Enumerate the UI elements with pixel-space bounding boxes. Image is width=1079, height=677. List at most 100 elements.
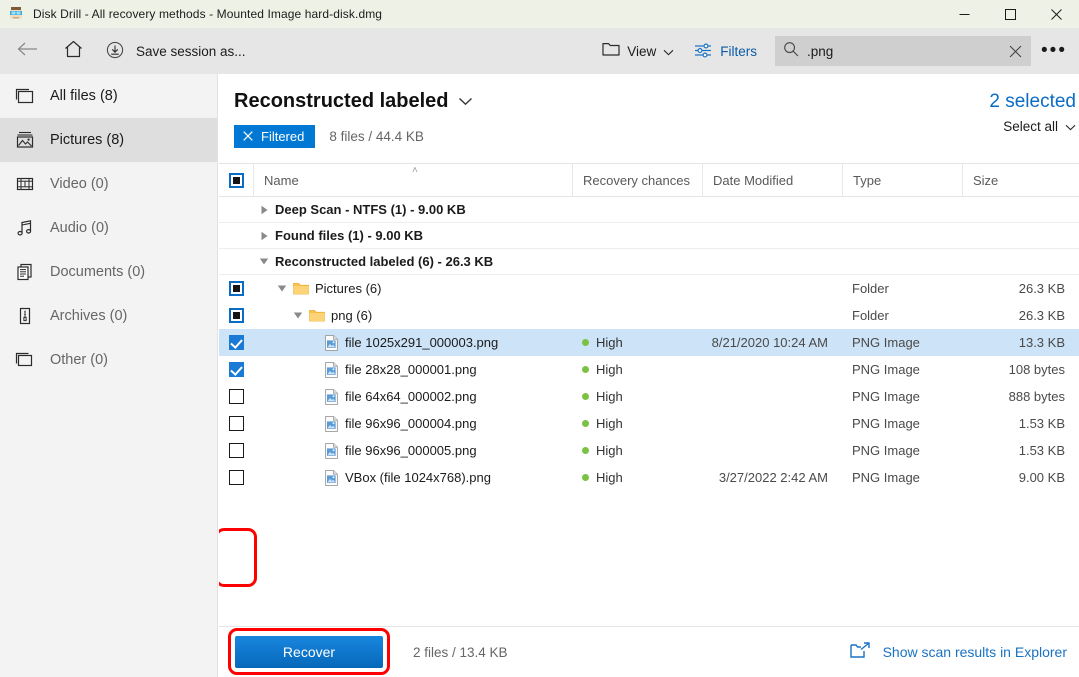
file-tree[interactable]: Deep Scan - NTFS (1) - 9.00 KB Found file… [219, 197, 1079, 628]
sidebar-item-documents[interactable]: Documents (0) [0, 250, 217, 294]
chevron-down-icon [663, 44, 674, 59]
sidebar-item-all-files[interactable]: All files (8) [0, 74, 217, 118]
sidebar-label-other: Other (0) [50, 352, 109, 368]
row-checkbox-cell[interactable] [219, 437, 253, 464]
sidebar-item-audio[interactable]: Audio (0) [0, 206, 217, 250]
column-header-type[interactable]: Type [842, 163, 962, 197]
back-button[interactable] [4, 31, 50, 71]
search-input[interactable]: .png [807, 44, 1005, 59]
table-row[interactable]: Found files (1) - 9.00 KB [219, 223, 1079, 249]
row-checkbox-checked[interactable] [228, 362, 244, 377]
search-box[interactable]: .png [775, 36, 1031, 66]
disk-drill-window: Disk Drill - All recovery methods - Moun… [0, 0, 1079, 677]
select-all-label: Select all [1003, 119, 1058, 134]
selected-count: 2 selected [989, 91, 1076, 112]
table-row[interactable]: Pictures (6) Folder 26.3 KB [219, 275, 1079, 302]
row-size-cell: 26.3 KB [1018, 308, 1065, 323]
sidebar-item-other[interactable]: Other (0) [0, 338, 217, 382]
row-checkbox-cell[interactable] [219, 356, 253, 383]
sidebar-item-archives[interactable]: Archives (0) [0, 294, 217, 338]
column-header-date-modified[interactable]: Date Modified [702, 163, 842, 197]
tree-twisty-expanded[interactable] [287, 311, 309, 320]
row-checkbox-unchecked[interactable] [228, 470, 244, 485]
row-size-cell: 26.3 KB [1018, 281, 1065, 296]
header-subrow: Filtered 8 files / 44.4 KB [234, 125, 1079, 148]
page-title-row[interactable]: Reconstructed labeled [234, 90, 1079, 113]
chevron-down-icon[interactable] [1065, 119, 1076, 134]
view-button[interactable]: View [592, 34, 684, 68]
close-button[interactable] [1033, 0, 1079, 28]
folder-icon [309, 309, 325, 322]
sort-ascending-icon: ˄ [412, 165, 418, 176]
row-checkbox-cell[interactable] [219, 302, 253, 329]
table-row[interactable]: file 1025x291_000003.png High 8/21/2020 10… [219, 329, 1079, 356]
show-in-explorer-link[interactable]: Show scan results in Explorer [849, 642, 1067, 662]
row-size-cell [962, 249, 1079, 274]
maximize-button[interactable] [987, 0, 1033, 28]
png-file-icon [325, 415, 338, 432]
header-select-all-checkbox[interactable] [219, 163, 253, 197]
tree-twisty-collapsed[interactable] [253, 205, 275, 215]
table-row[interactable]: png (6) Folder 26.3 KB [219, 302, 1079, 329]
sidebar-item-pictures[interactable]: Pictures (8) [0, 118, 217, 162]
recovery-status-dot [582, 339, 589, 346]
row-date-cell [702, 410, 842, 437]
tree-twisty-expanded[interactable] [253, 257, 275, 266]
chevron-down-icon[interactable] [458, 93, 473, 111]
row-name-cell: Reconstructed labeled (6) - 26.3 KB [253, 249, 572, 274]
file-summary: 8 files / 44.4 KB [329, 129, 424, 144]
row-checkbox-cell[interactable] [219, 275, 253, 302]
table-row[interactable]: file 64x64_000002.png High PNG Image 888 by… [219, 383, 1079, 410]
sidebar-item-video[interactable]: Video (0) [0, 162, 217, 206]
recover-button[interactable]: Recover [235, 636, 383, 668]
tree-twisty-collapsed[interactable] [253, 231, 275, 241]
filters-button[interactable]: Filters [684, 34, 767, 68]
row-name-label: png (6) [331, 308, 373, 323]
sidebar-label-video: Video (0) [50, 176, 109, 192]
row-checkbox-unchecked[interactable] [228, 416, 244, 431]
recovery-status-dot [582, 447, 589, 454]
row-checkbox-checked[interactable] [228, 335, 244, 350]
row-date-cell: 3/27/2022 2:42 AM [718, 470, 828, 485]
row-checkbox-cell[interactable] [219, 197, 253, 222]
row-type-cell: PNG Image [852, 335, 920, 350]
row-checkbox-cell[interactable] [219, 410, 253, 437]
recovery-status-dot [582, 420, 589, 427]
row-recovery-cell [572, 223, 702, 248]
row-size-cell: 1.53 KB [1018, 416, 1065, 431]
download-circle-icon [106, 41, 124, 62]
row-name-cell: VBox (file 1024x768).png [253, 464, 572, 491]
row-checkbox-cell[interactable] [219, 383, 253, 410]
close-icon[interactable] [243, 129, 253, 144]
table-row[interactable]: Deep Scan - NTFS (1) - 9.00 KB [219, 197, 1079, 223]
table-row[interactable]: Reconstructed labeled (6) - 26.3 KB [219, 249, 1079, 275]
row-checkbox-cell[interactable] [219, 249, 253, 274]
row-recovery-cell: High [572, 356, 702, 383]
row-checkbox-cell[interactable] [219, 464, 253, 491]
table-row[interactable]: file 28x28_000001.png High PNG Image 108 by… [219, 356, 1079, 383]
search-clear-icon[interactable] [1005, 45, 1025, 58]
more-options-button[interactable]: ••• [1031, 31, 1077, 71]
row-checkbox-indeterminate[interactable] [228, 281, 244, 296]
row-checkbox-cell[interactable] [219, 223, 253, 248]
title-bar: Disk Drill - All recovery methods - Moun… [0, 0, 1079, 28]
sidebar: All files (8) Pictures (8) Video (0) Aud… [0, 74, 218, 677]
tree-twisty-expanded[interactable] [271, 284, 293, 293]
save-session-button[interactable]: Save session as... [96, 31, 256, 71]
sidebar-label-archives: Archives (0) [50, 308, 128, 324]
row-checkbox-unchecked[interactable] [228, 443, 244, 458]
minimize-button[interactable] [941, 0, 987, 28]
row-recovery-label: High [596, 416, 623, 431]
filtered-chip[interactable]: Filtered [234, 125, 316, 148]
table-row[interactable]: VBox (file 1024x768).png High 3/27/2022 2:… [219, 464, 1079, 491]
row-checkbox-unchecked[interactable] [228, 389, 244, 404]
column-header-size[interactable]: Size [962, 163, 1079, 197]
table-row[interactable]: file 96x96_000005.png High PNG Image 1.53 K… [219, 437, 1079, 464]
row-checkbox-indeterminate[interactable] [228, 308, 244, 323]
table-row[interactable]: file 96x96_000004.png High PNG Image 1.53 K… [219, 410, 1079, 437]
column-header-recovery-chances[interactable]: Recovery chances [572, 163, 702, 197]
row-checkbox-cell[interactable] [219, 329, 253, 356]
select-all-button[interactable]: Select all [989, 119, 1076, 134]
checkbox-indeterminate[interactable] [228, 172, 244, 188]
home-button[interactable] [50, 31, 96, 71]
